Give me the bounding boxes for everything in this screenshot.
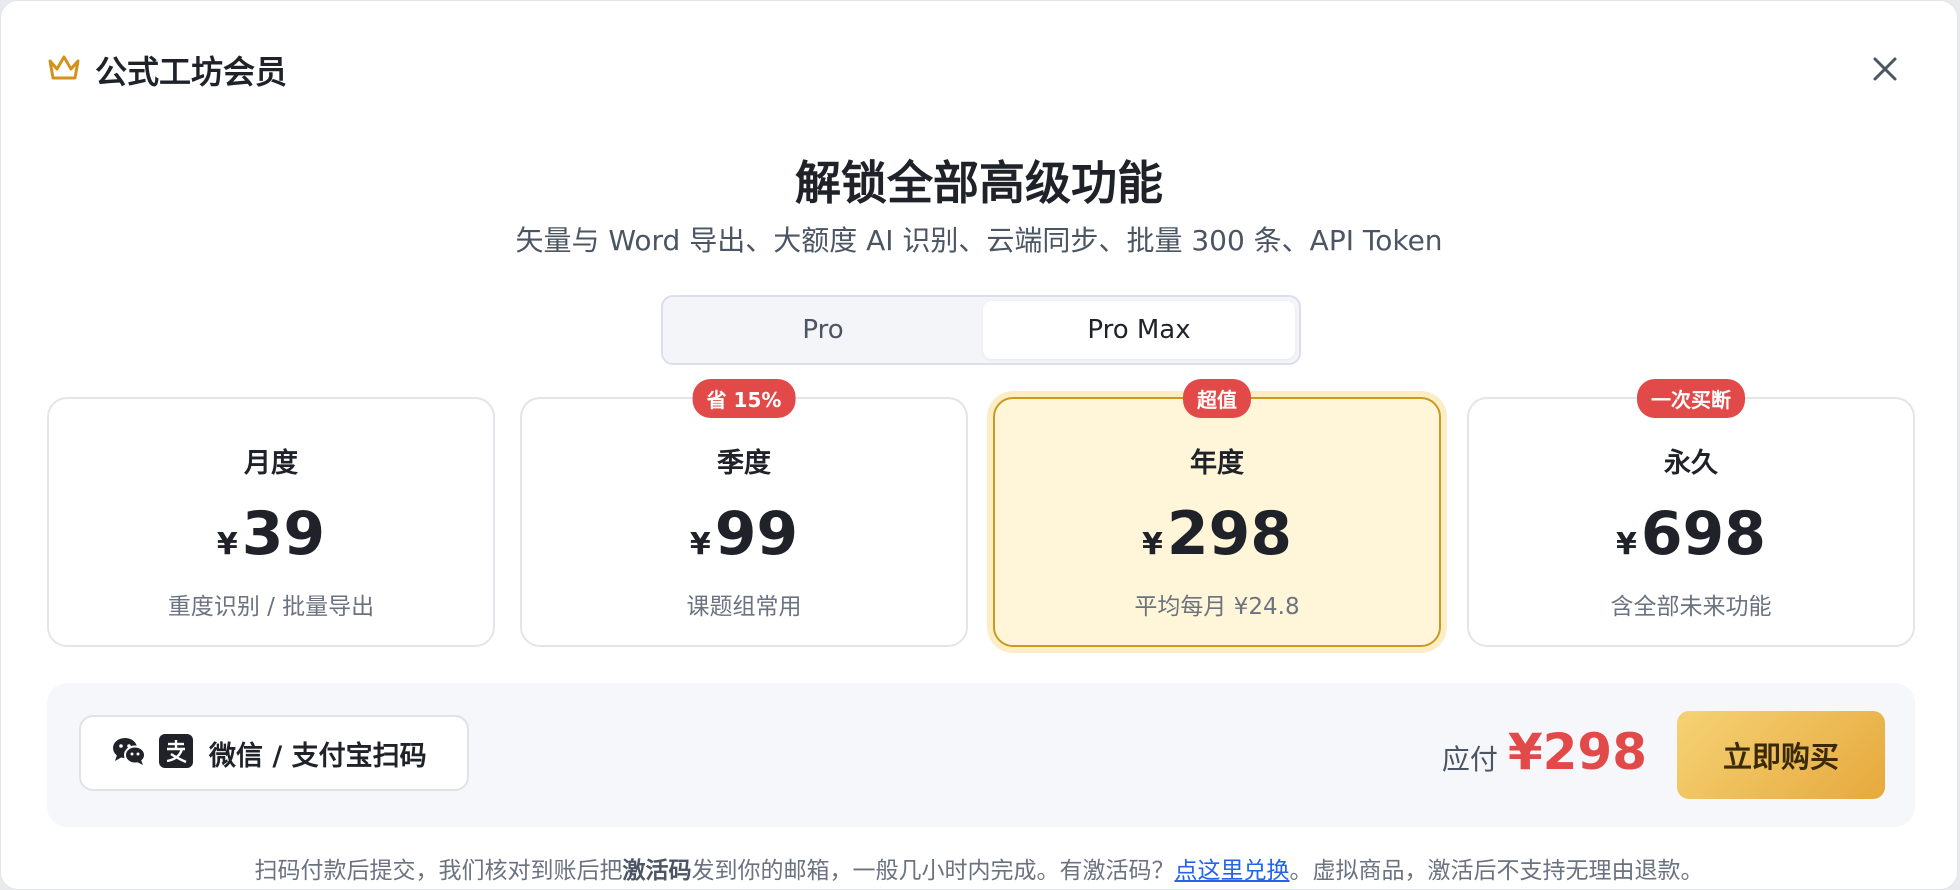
plan-desc: 平均每月 ¥24.8 <box>1134 594 1300 620</box>
wechat-icon <box>111 735 147 771</box>
plan-desc: 课题组常用 <box>686 594 802 620</box>
tab-pro-max[interactable]: Pro Max <box>983 301 1295 359</box>
due-amount: ¥298 <box>1507 723 1647 781</box>
footnote-text: 。虚拟商品，激活后不支持无理由退款。 <box>1289 858 1704 884</box>
buy-now-button[interactable]: 立即购买 <box>1677 711 1885 799</box>
footnote-text: 扫码付款后提交，我们核对到账后把 <box>254 858 623 884</box>
currency-symbol: ¥ <box>216 527 238 562</box>
membership-modal: 公式工坊会员 解锁全部高级功能 矢量与 Word 导出、大额度 AI 识别、云端… <box>0 0 1958 890</box>
redeem-link[interactable]: 点这里兑换 <box>1175 858 1290 884</box>
plan-card-quarterly[interactable]: 省 15% 季度 ¥99 课题组常用 <box>520 379 968 647</box>
plan-price: ¥39 <box>49 499 493 569</box>
price-amount: 39 <box>241 499 326 569</box>
tier-switch: Pro Pro Max <box>661 295 1301 365</box>
price-amount: 698 <box>1640 499 1767 569</box>
alipay-icon <box>159 734 193 772</box>
payment-method-button[interactable]: 微信 / 支付宝扫码 <box>79 715 469 791</box>
plan-price: ¥99 <box>522 499 966 569</box>
price-amount: 298 <box>1166 499 1293 569</box>
plan-list: 月度 ¥39 重度识别 / 批量导出 省 15% 季度 ¥99 课题组常用 超值… <box>47 379 1915 647</box>
plan-card-lifetime[interactable]: 一次买断 永久 ¥698 含全部未来功能 <box>1467 379 1915 647</box>
payment-method-label: 微信 / 支付宝扫码 <box>209 740 427 772</box>
price-amount: 99 <box>714 499 799 569</box>
due-label: 应付 <box>1441 743 1498 776</box>
currency-symbol: ¥ <box>1615 527 1637 562</box>
plan-name: 永久 <box>1664 448 1718 479</box>
plan-price: ¥698 <box>1469 499 1913 569</box>
amount-due: 应付 ¥298 <box>1442 723 1647 781</box>
currency-symbol: ¥ <box>1141 527 1163 562</box>
plan-name: 月度 <box>244 448 298 479</box>
discount-badge: 省 15% <box>692 379 796 418</box>
plan-price: ¥298 <box>995 499 1439 569</box>
plan-card-yearly[interactable]: 超值 年度 ¥298 平均每月 ¥24.8 <box>993 379 1441 647</box>
plan-desc: 重度识别 / 批量导出 <box>167 594 375 620</box>
plan-name: 季度 <box>717 448 771 479</box>
tab-pro[interactable]: Pro <box>667 301 979 359</box>
currency-symbol: ¥ <box>689 527 711 562</box>
value-badge: 超值 <box>1183 379 1251 418</box>
plan-name: 年度 <box>1190 448 1244 479</box>
modal-title: 公式工坊会员 <box>95 53 288 91</box>
hero-title: 解锁全部高级功能 <box>795 156 1163 210</box>
plan-card-monthly[interactable]: 月度 ¥39 重度识别 / 批量导出 <box>47 397 495 647</box>
lifetime-badge: 一次买断 <box>1637 379 1745 418</box>
payment-bar: 微信 / 支付宝扫码 应付 ¥298 立即购买 <box>47 683 1915 827</box>
footnote-bold: 激活码 <box>622 858 692 884</box>
close-icon[interactable] <box>1871 55 1899 83</box>
hero-subtitle: 矢量与 Word 导出、大额度 AI 识别、云端同步、批量 300 条、API … <box>515 224 1443 257</box>
modal-header: 公式工坊会员 <box>47 47 287 93</box>
footnote-text: 发到你的邮箱，一般几小时内完成。有激活码？ <box>691 858 1175 884</box>
plan-desc: 含全部未来功能 <box>1610 594 1772 620</box>
close-button[interactable] <box>1865 49 1905 89</box>
crown-icon <box>47 53 81 87</box>
